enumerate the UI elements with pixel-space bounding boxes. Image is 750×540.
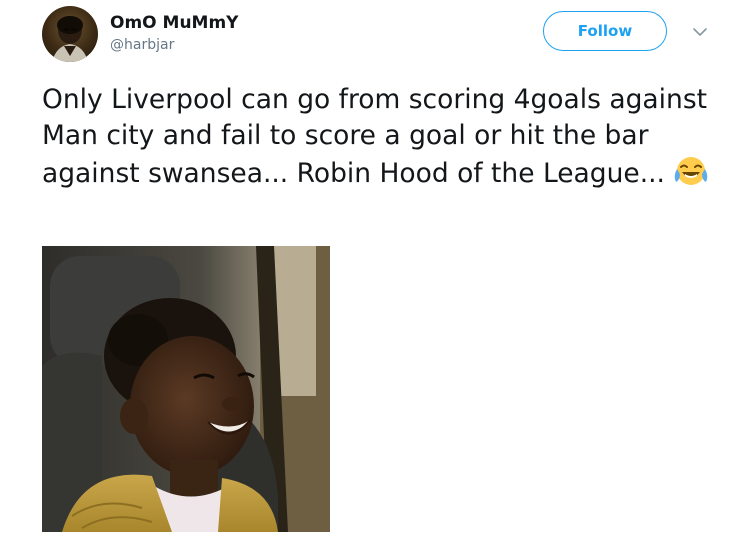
media-photo: [42, 246, 330, 532]
face-with-tears-of-joy-icon: [673, 154, 709, 198]
author-display-name[interactable]: OmO MuMmY: [110, 13, 239, 33]
tweet-text: Only Liverpool can go from scoring 4goal…: [42, 82, 732, 198]
author-handle[interactable]: @harbjar: [110, 37, 174, 53]
chevron-down-icon[interactable]: [690, 24, 710, 40]
follow-button[interactable]: Follow: [543, 11, 667, 51]
author-avatar[interactable]: [42, 6, 98, 62]
avatar-photo-icon: [52, 16, 88, 62]
tweet-media-image[interactable]: [42, 246, 330, 532]
tweet-text-content: Only Liverpool can go from scoring 4goal…: [42, 84, 708, 189]
